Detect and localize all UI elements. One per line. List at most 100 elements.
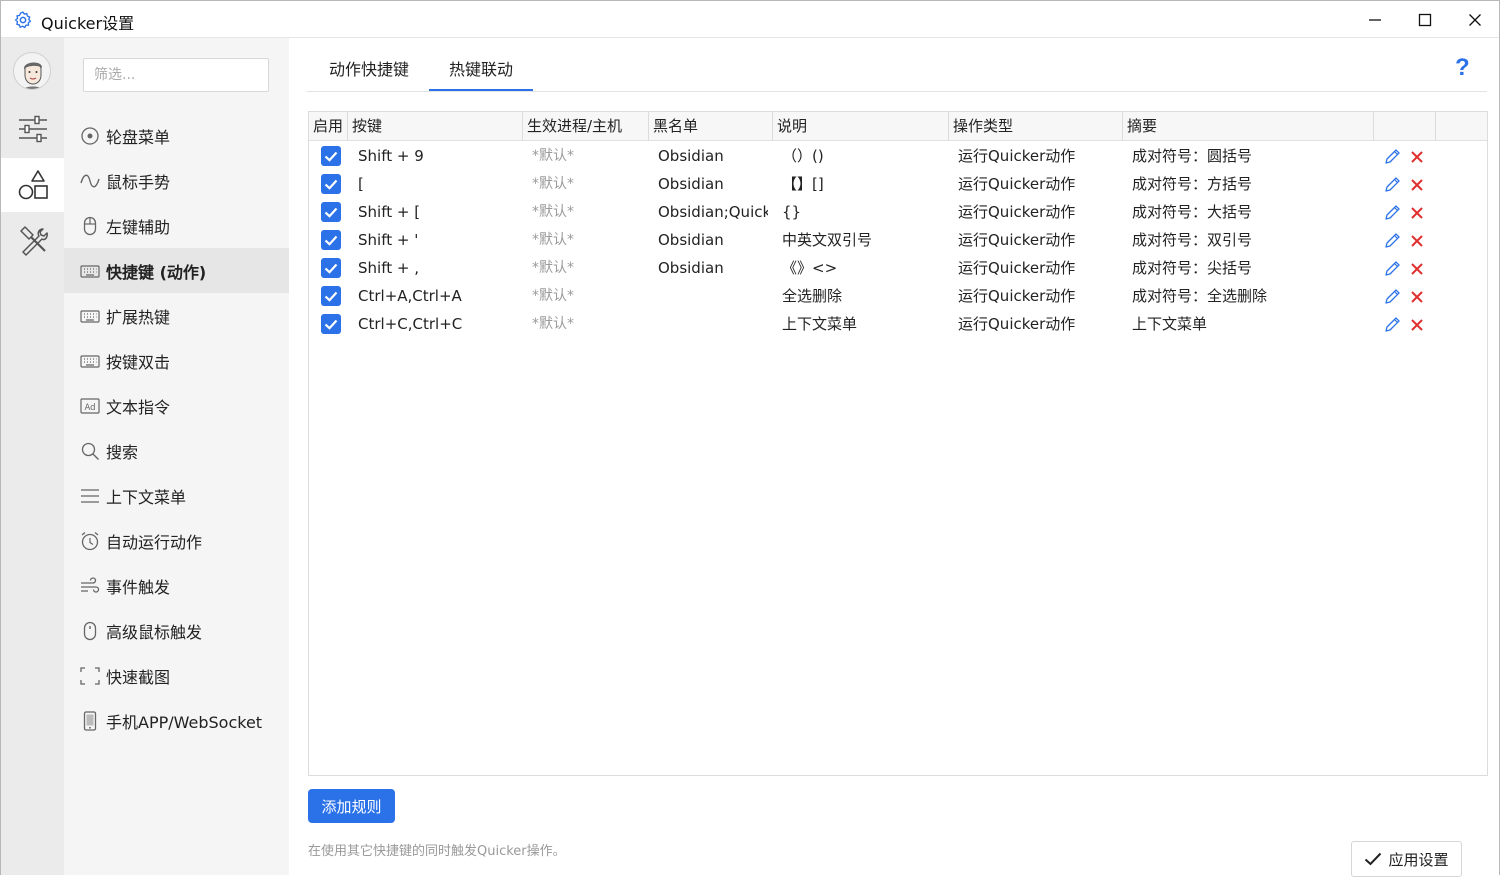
pencil-icon [1385, 177, 1400, 192]
nav-item-label: 快速截图 [106, 667, 171, 687]
rail-sliders-button[interactable] [1, 102, 64, 156]
cell-description: （）() [782, 147, 824, 165]
help-icon[interactable]: ? [1455, 54, 1470, 82]
delete-button[interactable] [1408, 204, 1425, 221]
minimize-button[interactable] [1350, 1, 1400, 38]
edit-button[interactable] [1384, 148, 1401, 165]
nav-item-left-click-assist[interactable]: 左键辅助 [64, 203, 289, 248]
title-bar: Quicker设置 [1, 1, 1499, 38]
wind-icon [80, 576, 100, 596]
edit-button[interactable] [1384, 316, 1401, 333]
nav-item-text-command[interactable]: Ad 文本指令 [64, 383, 289, 428]
table-row[interactable]: [*默认* Obsidian 【】[] 运行Quicker动作 成对符号：方括号 [309, 170, 1487, 198]
cell-blacklist [658, 282, 768, 310]
keyboard-icon [80, 306, 100, 326]
enabled-checkbox[interactable] [321, 258, 341, 278]
rail-tools-button[interactable] [1, 214, 64, 268]
enabled-checkbox[interactable] [321, 230, 341, 250]
edit-button[interactable] [1384, 232, 1401, 249]
mouse-icon [80, 216, 100, 236]
cell-key: Ctrl+C,Ctrl+C [358, 315, 463, 333]
edit-button[interactable] [1384, 260, 1401, 277]
cell-key: Shift + ' [358, 231, 419, 249]
cell-description: 《》<> [782, 259, 838, 277]
minimize-icon [1369, 18, 1381, 21]
enabled-checkbox[interactable] [321, 286, 341, 306]
rail-shapes-button[interactable] [1, 158, 64, 212]
apply-settings-button[interactable]: 应用设置 [1351, 841, 1462, 877]
column-header-description[interactable]: 说明 [773, 112, 949, 141]
delete-x-icon [1410, 150, 1423, 163]
delete-x-icon [1410, 206, 1423, 219]
nav-item-label: 上下文菜单 [106, 487, 187, 507]
edit-button[interactable] [1384, 204, 1401, 221]
avatar[interactable] [13, 52, 51, 90]
edit-button[interactable] [1384, 176, 1401, 193]
table-row[interactable]: Shift + 9 *默认* Obsidian （）() 运行Quicker动作 成对符号… [309, 142, 1487, 170]
nav-item-mouse-gesture[interactable]: 鼠标手势 [64, 158, 289, 203]
maximize-button[interactable] [1400, 1, 1450, 38]
cell-key: Shift + 9 [358, 147, 424, 165]
edit-button[interactable] [1384, 288, 1401, 305]
pencil-icon [1385, 205, 1400, 220]
add-rule-button[interactable]: 添加规则 [308, 789, 395, 823]
delete-button[interactable] [1408, 176, 1425, 193]
cell-action-type: 运行Quicker动作 [958, 175, 1076, 193]
tab-action-hotkeys[interactable]: 动作快捷键 [309, 50, 429, 90]
column-header-key[interactable]: 按键 [348, 112, 523, 141]
table-row[interactable]: Shift + , *默认* Obsidian 《》<> 运行Quicker动作 成对符号… [309, 254, 1487, 282]
tab-hotkey-linkage[interactable]: 热键联动 [429, 50, 534, 92]
nav-item-context-menu[interactable]: 上下文菜单 [64, 473, 289, 518]
column-header-process[interactable]: 生效进程/主机 [523, 112, 649, 141]
column-header-enabled[interactable]: 启用 [309, 112, 348, 141]
nav-item-hotkey-action[interactable]: 快捷键 (动作) [64, 248, 289, 293]
delete-button[interactable] [1408, 316, 1425, 333]
delete-button[interactable] [1408, 232, 1425, 249]
enabled-checkbox[interactable] [321, 314, 341, 334]
enabled-checkbox[interactable] [321, 202, 341, 222]
nav-item-extended-hotkey[interactable]: 扩展热键 [64, 293, 289, 338]
nav-item-search[interactable]: 搜索 [64, 428, 289, 473]
delete-button[interactable] [1408, 288, 1425, 305]
wave-icon [80, 171, 100, 191]
nav-item-wheel-menu[interactable]: 轮盘菜单 [64, 113, 289, 158]
menu-icon [80, 486, 100, 506]
cell-blacklist: Obsidian [658, 259, 724, 277]
filter-input[interactable] [83, 58, 269, 92]
keyboard-icon [80, 261, 100, 281]
enabled-checkbox[interactable] [321, 146, 341, 166]
close-button[interactable] [1450, 1, 1500, 38]
nav-item-double-press[interactable]: 按键双击 [64, 338, 289, 383]
gear-icon [15, 11, 32, 29]
footnote-text: 在使用其它快捷键的同时触发Quicker操作。 [308, 844, 566, 859]
cell-description: {} [782, 203, 802, 221]
cell-summary: 成对符号：全选删除 [1132, 287, 1268, 305]
column-header-summary[interactable]: 摘要 [1123, 112, 1374, 141]
check-icon [324, 319, 338, 330]
column-header-action-type[interactable]: 操作类型 [949, 112, 1123, 141]
cell-key: [ [358, 175, 364, 193]
enabled-checkbox[interactable] [321, 174, 341, 194]
delete-button[interactable] [1408, 148, 1425, 165]
nav-item-advanced-mouse-trigger[interactable]: 高级鼠标触发 [64, 608, 289, 653]
cell-summary: 成对符号：圆括号 [1132, 147, 1253, 165]
cell-summary: 上下文菜单 [1132, 315, 1208, 333]
cell-action-type: 运行Quicker动作 [958, 287, 1076, 305]
delete-button[interactable] [1408, 260, 1425, 277]
maximize-icon [1418, 13, 1432, 26]
table-row[interactable]: Ctrl+C,Ctrl+C *默认* 上下文菜单 运行Quicker动作 上下文菜单 [309, 310, 1487, 338]
table-header: 启用 按键 生效进程/主机 黑名单 说明 操作类型 摘要 [309, 112, 1487, 141]
cell-process: *默认* [532, 316, 574, 332]
nav-item-quick-screenshot[interactable]: 快速截图 [64, 653, 289, 698]
nav-item-mobile-app-websocket[interactable]: 手机APP/WebSocket [64, 698, 289, 743]
table-row[interactable]: Ctrl+A,Ctrl+A *默认* 全选删除 运行Quicker动作 成对符号：全选删… [309, 282, 1487, 310]
table-row[interactable]: Shift + ' *默认* Obsidian 中英文双引号 运行Quicker动作 成对… [309, 226, 1487, 254]
cell-blacklist: Obsidian [658, 175, 724, 193]
search-icon [80, 441, 100, 461]
nav-item-auto-run[interactable]: 自动运行动作 [64, 518, 289, 563]
column-header-blacklist[interactable]: 黑名单 [649, 112, 773, 141]
nav-item-event-trigger[interactable]: 事件触发 [64, 563, 289, 608]
alarm-icon [80, 531, 100, 551]
table-row[interactable]: Shift + [*默认* Obsidian;Quicker {} 运行Quicker… [309, 198, 1487, 226]
cell-summary: 成对符号：方括号 [1132, 175, 1253, 193]
